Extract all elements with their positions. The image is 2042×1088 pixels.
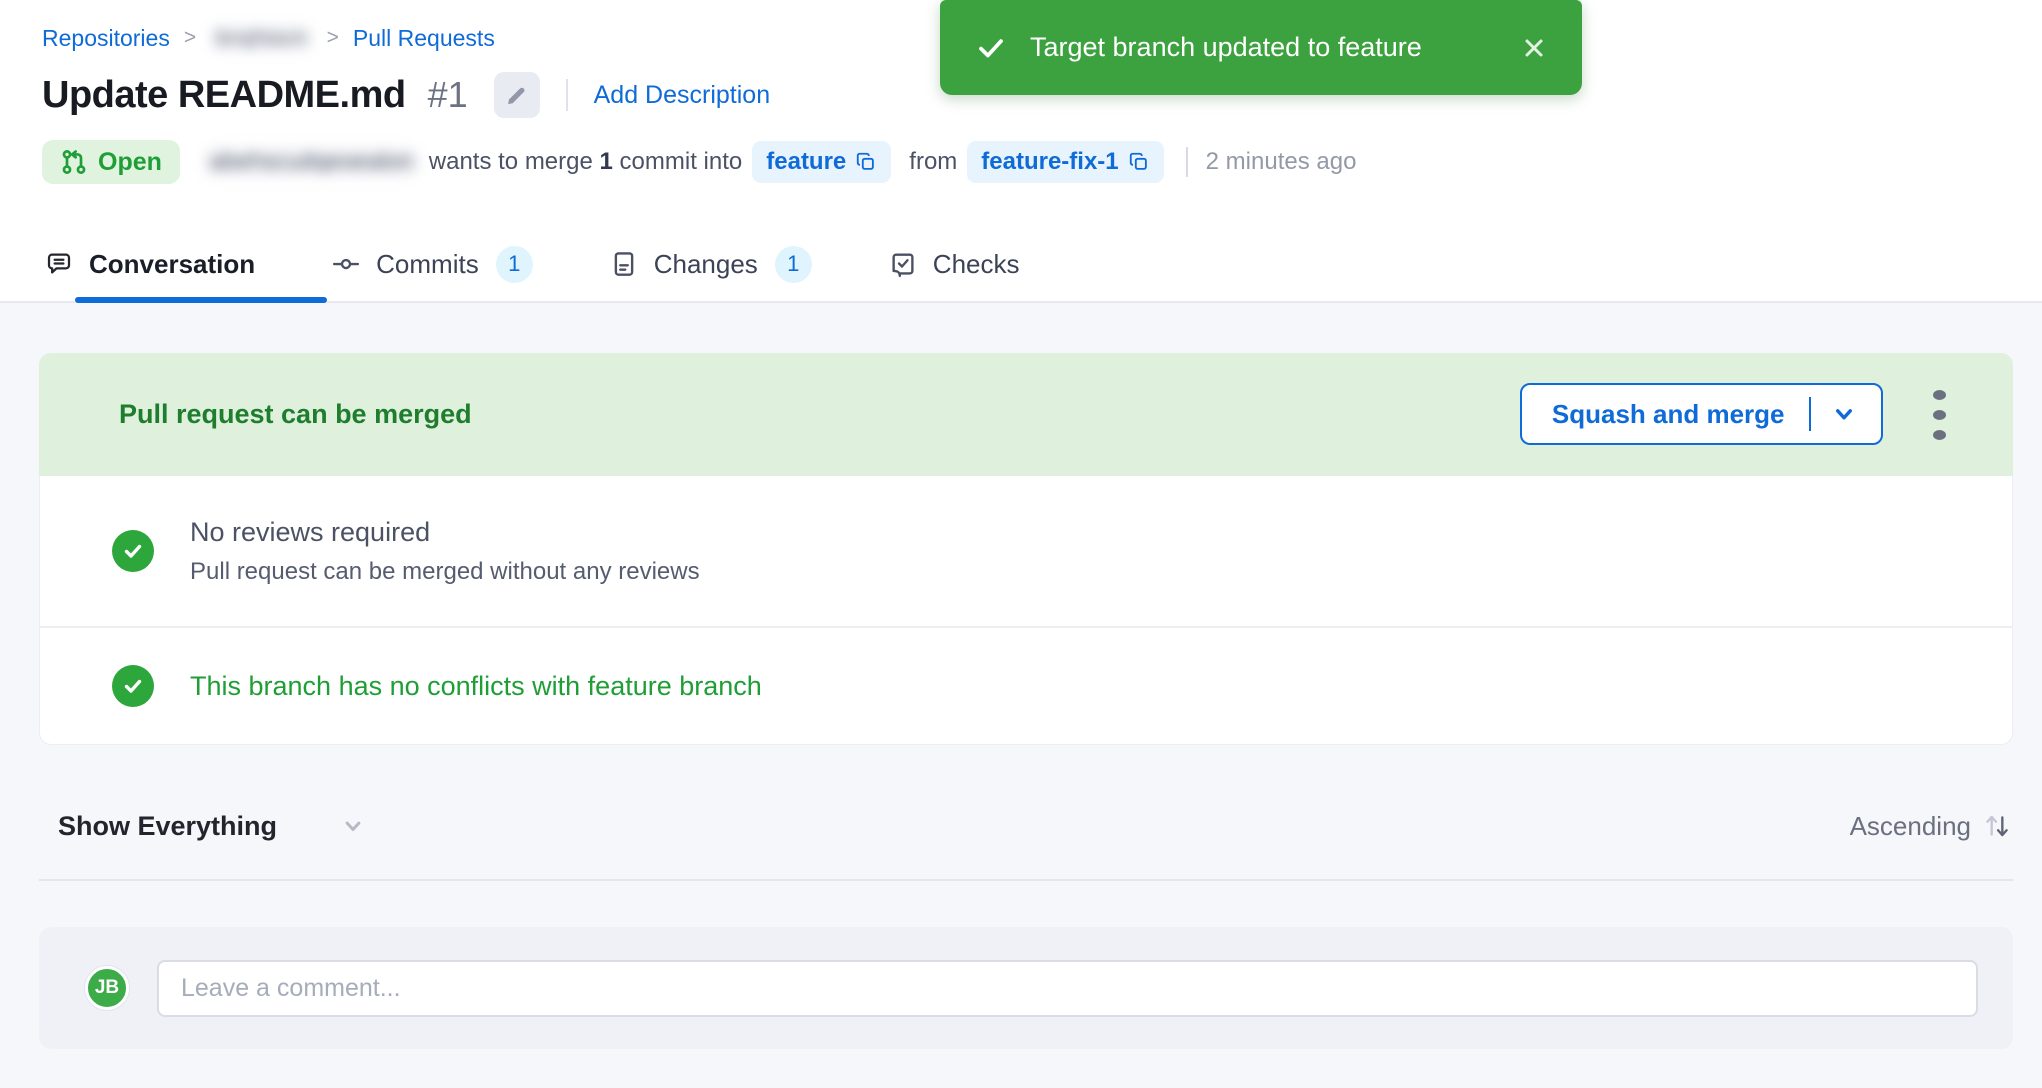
merge-card-header: Pull request can be merged Squash and me… <box>39 353 2013 476</box>
kebab-dot <box>1933 410 1946 420</box>
author-name-redacted: abehscudqeoealon <box>202 146 421 178</box>
merge-check-list: No reviews required Pull request can be … <box>39 476 2013 745</box>
status-badge: Open <box>42 140 180 184</box>
copy-icon[interactable] <box>1128 151 1150 173</box>
title-row: Update README.md #1 Add Description <box>42 72 770 118</box>
merge-status-card: Pull request can be merged Squash and me… <box>39 353 2013 745</box>
kebab-dot <box>1933 430 1946 440</box>
copy-icon[interactable] <box>855 151 877 173</box>
timeline-filter-bar: Show Everything Ascending <box>39 800 2013 852</box>
check-row-reviews: No reviews required Pull request can be … <box>40 476 2012 626</box>
pencil-icon <box>504 82 530 108</box>
target-branch-name: feature <box>766 148 846 176</box>
breadcrumb-repositories[interactable]: Repositories <box>42 25 170 52</box>
title-divider <box>566 79 568 111</box>
chevron-down-icon <box>339 812 367 840</box>
tab-checks[interactable]: Checks <box>888 249 1020 280</box>
timestamp: 2 minutes ago <box>1206 148 1357 176</box>
sort-arrows-icon <box>1981 810 2013 842</box>
commit-icon <box>331 249 361 279</box>
show-filter-dropdown[interactable]: Show Everything <box>58 811 367 842</box>
sort-toggle[interactable]: Ascending <box>1850 810 2013 842</box>
check-row-conflicts: This branch has no conflicts with featur… <box>40 628 2012 744</box>
tab-changes[interactable]: Changes 1 <box>609 246 812 283</box>
status-label: Open <box>98 148 162 177</box>
source-branch-name: feature-fix-1 <box>981 148 1118 176</box>
toast-message: Target branch updated to feature <box>1030 32 1522 63</box>
chevron-down-icon[interactable] <box>1829 399 1859 429</box>
more-options-button[interactable] <box>1929 390 1949 440</box>
tab-changes-label: Changes <box>654 249 758 280</box>
kebab-dot <box>1933 390 1946 400</box>
conversation-content: Pull request can be merged Squash and me… <box>0 303 2042 1088</box>
breadcrumb-separator: > <box>327 26 339 50</box>
tab-commits-label: Commits <box>376 249 479 280</box>
tab-commits-badge: 1 <box>496 246 533 283</box>
source-branch-chip[interactable]: feature-fix-1 <box>967 141 1163 183</box>
toast-notification: Target branch updated to feature <box>940 0 1582 95</box>
check-title: No reviews required <box>190 517 700 548</box>
squash-and-merge-button[interactable]: Squash and merge <box>1520 383 1883 445</box>
pr-number: #1 <box>428 74 468 116</box>
tab-conversation-label: Conversation <box>89 249 255 280</box>
meta-divider <box>1186 147 1188 177</box>
merge-action-text-2: commit into <box>620 148 743 175</box>
breadcrumb-pull-requests[interactable]: Pull Requests <box>353 25 495 52</box>
merge-heading: Pull request can be merged <box>119 399 472 430</box>
tab-checks-label: Checks <box>933 249 1020 280</box>
breadcrumb-separator: > <box>184 26 196 50</box>
merge-action-text-1: wants to merge <box>429 148 593 175</box>
sort-label: Ascending <box>1850 811 1971 842</box>
commit-count: 1 <box>600 148 613 175</box>
toast-close-button[interactable] <box>1522 36 1546 60</box>
pr-tabs: Conversation Commits 1 Changes 1 <box>44 227 1020 301</box>
from-text: from <box>909 148 957 176</box>
check-subtitle: Pull request can be merged without any r… <box>190 558 700 586</box>
add-description-link[interactable]: Add Description <box>594 81 770 110</box>
button-divider <box>1809 397 1812 431</box>
section-divider <box>39 879 2013 881</box>
breadcrumb-repo-redacted[interactable]: bnqhtavn <box>210 24 313 52</box>
target-branch-chip[interactable]: feature <box>752 141 891 183</box>
edit-title-button[interactable] <box>494 72 540 118</box>
success-check-icon <box>112 530 154 572</box>
comment-composer: JB <box>39 927 2013 1049</box>
pull-request-icon <box>60 148 88 176</box>
success-check-icon <box>112 665 154 707</box>
merge-action-text: wants to merge 1 commit into <box>429 148 742 176</box>
pr-meta-row: Open abehscudqeoealon wants to merge 1 c… <box>42 140 1356 184</box>
checklist-icon <box>888 249 918 279</box>
pull-request-page: Repositories > bnqhtavn > Pull Requests … <box>0 0 2042 1088</box>
comment-bubble-icon <box>44 249 74 279</box>
avatar: JB <box>85 966 129 1010</box>
tab-conversation[interactable]: Conversation <box>44 249 255 280</box>
check-icon <box>976 33 1006 63</box>
comment-input[interactable] <box>157 960 1978 1017</box>
breadcrumb: Repositories > bnqhtavn > Pull Requests <box>42 24 495 52</box>
page-title: Update README.md <box>42 74 406 117</box>
show-filter-label: Show Everything <box>58 811 277 842</box>
tab-changes-badge: 1 <box>775 246 812 283</box>
file-icon <box>609 249 639 279</box>
squash-and-merge-label: Squash and merge <box>1552 399 1785 430</box>
close-icon <box>1522 36 1546 60</box>
check-title: This branch has no conflicts with featur… <box>190 671 762 702</box>
tab-commits[interactable]: Commits 1 <box>331 246 533 283</box>
